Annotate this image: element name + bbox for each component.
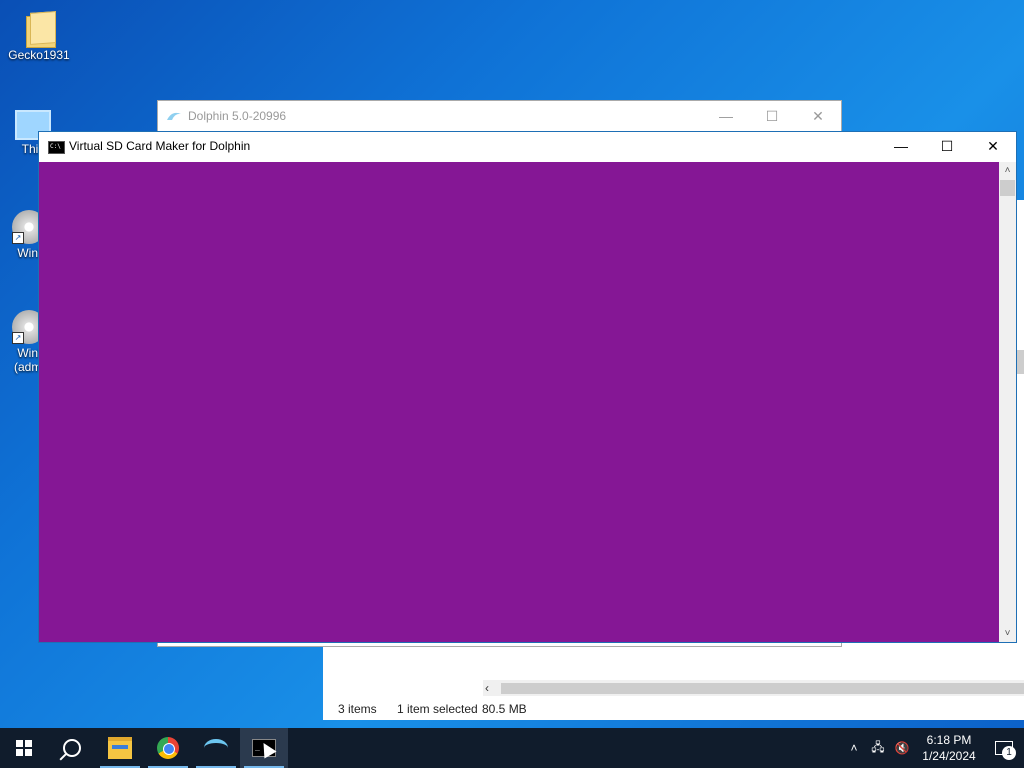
minimize-button[interactable]: —: [703, 101, 749, 131]
vertical-scrollbar-thumb[interactable]: [1000, 180, 1015, 196]
notification-badge: 1: [1002, 746, 1016, 760]
close-button[interactable]: ✕: [795, 101, 841, 131]
maximize-button[interactable]: ☐: [749, 101, 795, 131]
dolphin-icon: [167, 112, 181, 120]
clock[interactable]: 6:18 PM 1/24/2024: [914, 732, 984, 764]
system-tray: ˄ 🖧 🔇 6:18 PM 1/24/2024 1: [842, 728, 1024, 768]
search-icon: [63, 739, 81, 757]
network-icon[interactable]: 🖧: [866, 738, 890, 759]
file-explorer-icon: [108, 737, 132, 759]
taskbar-dolphin[interactable]: [192, 728, 240, 768]
maximize-button[interactable]: ☐: [924, 132, 970, 161]
console-output-area[interactable]: [39, 162, 999, 642]
clock-time: 6:18 PM: [926, 733, 972, 747]
horizontal-scrollbar-thumb[interactable]: [501, 683, 1024, 694]
shortcut-arrow-icon: ↗: [12, 232, 24, 244]
minimize-button[interactable]: —: [878, 132, 924, 161]
console-window-title: Virtual SD Card Maker for Dolphin: [69, 139, 251, 153]
dolphin-icon: [204, 739, 228, 757]
shortcut-arrow-icon: ↗: [12, 332, 24, 344]
desktop-icon-label: Gecko1931: [8, 48, 70, 62]
console-title-bar[interactable]: Virtual SD Card Maker for Dolphin — ☐ ✕: [39, 132, 1016, 161]
scroll-down-arrow-icon[interactable]: ˅: [999, 625, 1016, 642]
chrome-icon: [157, 737, 179, 759]
console-icon: [48, 141, 65, 154]
scroll-left-arrow-icon[interactable]: ‹: [485, 680, 489, 696]
windows-logo-icon: [16, 740, 32, 756]
desktop-icon-gecko1931[interactable]: Gecko1931: [4, 10, 74, 62]
status-size: 80.5 MB: [482, 702, 527, 716]
folder-icon: [24, 10, 56, 48]
horizontal-scrollbar[interactable]: ‹: [483, 680, 1024, 696]
clock-date: 1/24/2024: [922, 749, 976, 763]
vertical-scrollbar-thumb[interactable]: [1016, 350, 1024, 374]
action-center-button[interactable]: 1: [984, 728, 1024, 768]
status-selected: 1 item selected: [397, 702, 478, 716]
vertical-scrollbar[interactable]: ˄ ˅: [999, 162, 1016, 642]
dolphin-window-title: Dolphin 5.0-20996: [188, 109, 287, 123]
status-item-count: 3 items: [338, 702, 377, 716]
taskbar-file-explorer[interactable]: [96, 728, 144, 768]
start-button[interactable]: [0, 728, 48, 768]
console-window: Virtual SD Card Maker for Dolphin — ☐ ✕ …: [38, 131, 1017, 643]
search-button[interactable]: [48, 728, 96, 768]
dolphin-title-bar[interactable]: Dolphin 5.0-20996 — ☐ ✕: [158, 101, 841, 131]
chevron-up-icon[interactable]: ˄: [842, 741, 866, 755]
scroll-up-arrow-icon[interactable]: ˄: [999, 162, 1016, 179]
close-button[interactable]: ✕: [970, 132, 1016, 161]
status-bar: 3 items 1 item selected 80.5 MB: [323, 698, 1024, 720]
taskbar: _ ˄ 🖧 🔇 6:18 PM 1/24/2024 1: [0, 728, 1024, 768]
volume-muted-icon[interactable]: 🔇: [890, 741, 914, 755]
taskbar-chrome[interactable]: [144, 728, 192, 768]
